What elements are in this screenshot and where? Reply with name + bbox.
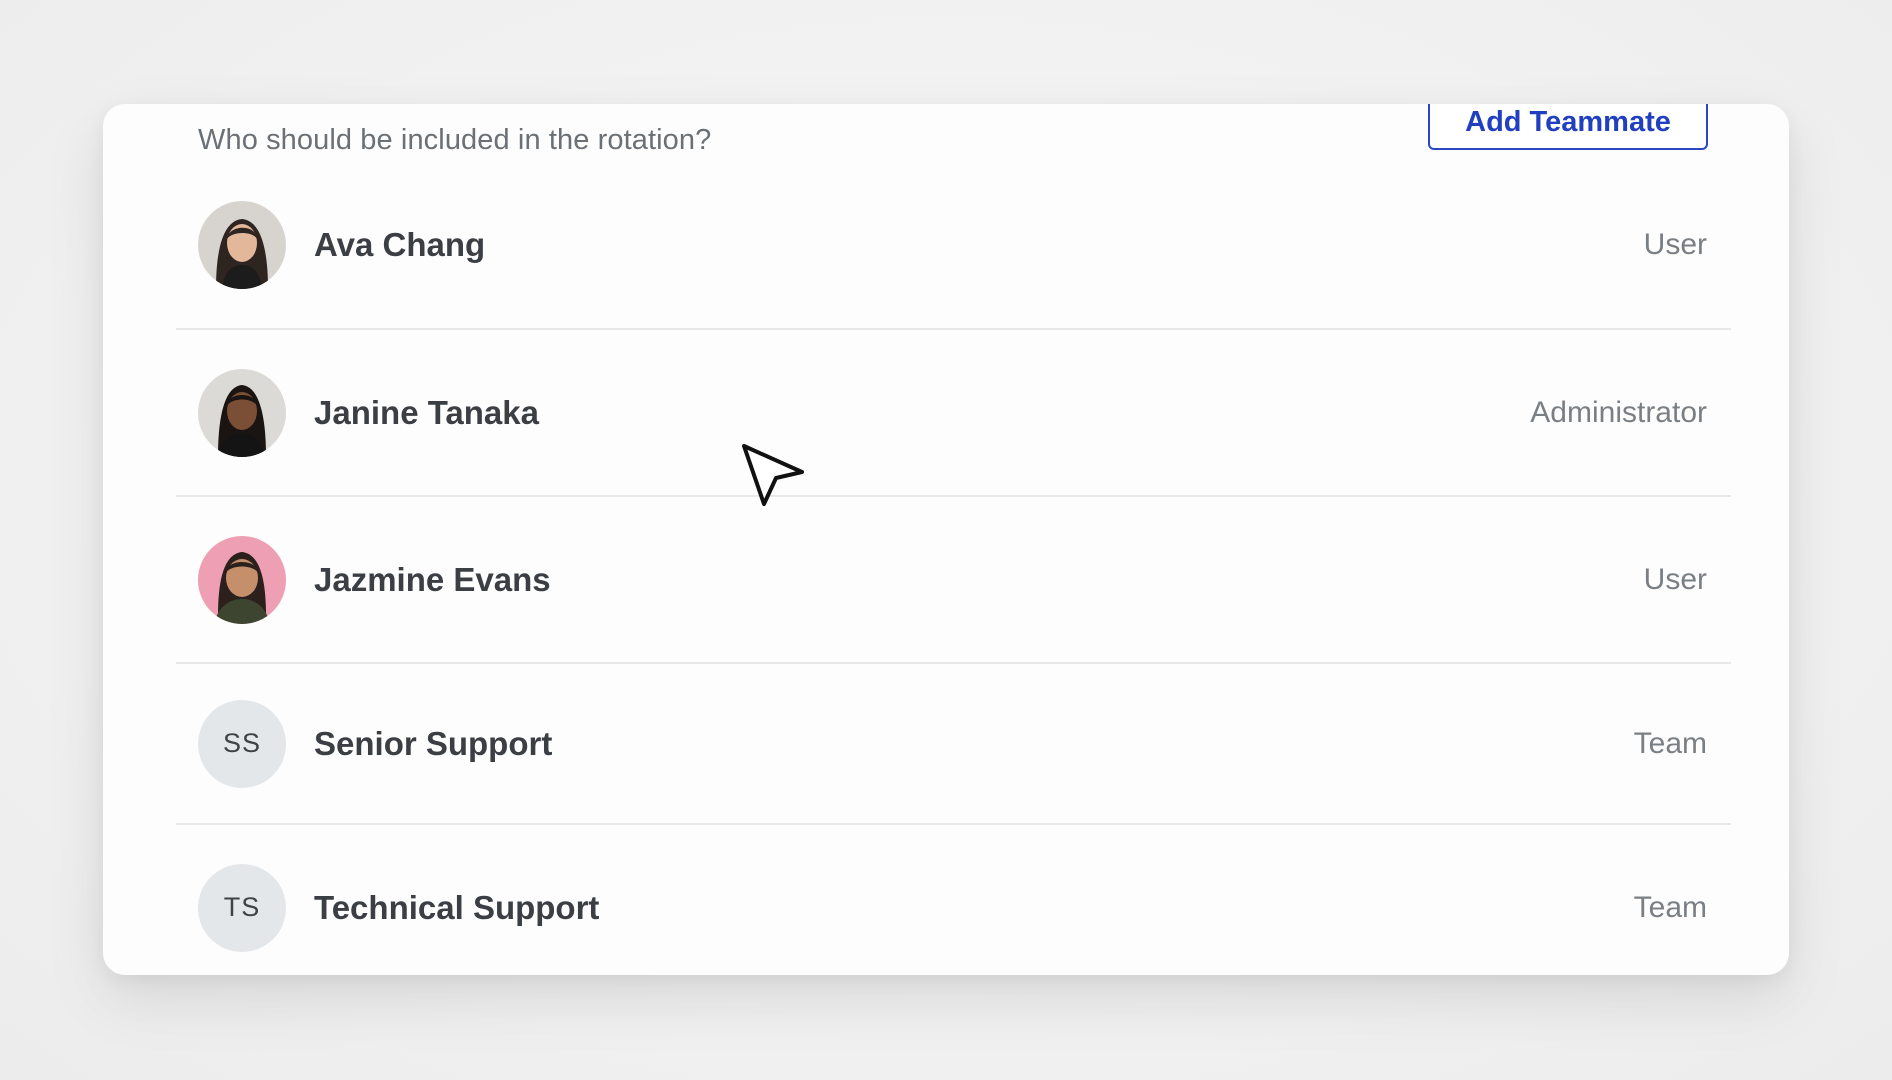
member-name: Janine Tanaka [314, 393, 539, 431]
member-role: Team [1633, 890, 1707, 924]
rotation-prompt: Who should be included in the rotation? [198, 124, 712, 156]
member-role: User [1643, 227, 1707, 261]
team-initials-avatar: TS [198, 863, 286, 952]
member-name: Technical Support [314, 888, 600, 926]
avatar [198, 368, 286, 457]
team-initials-avatar: SS [198, 699, 286, 788]
member-name: Senior Support [314, 724, 553, 762]
member-row[interactable]: TS Technical Support Team [176, 823, 1731, 975]
member-list: Ava Chang User Janine Tanaka Administrat… [176, 200, 1731, 975]
member-row[interactable]: Ava Chang User [176, 161, 1731, 328]
member-role: Administrator [1530, 395, 1707, 429]
member-row[interactable]: Jazmine Evans User [176, 495, 1731, 662]
add-teammate-button[interactable]: Add Teammate [1428, 104, 1708, 150]
member-row[interactable]: SS Senior Support Team [176, 662, 1731, 823]
member-name: Ava Chang [314, 225, 486, 263]
avatar [198, 200, 286, 289]
member-row[interactable]: Janine Tanaka Administrator [176, 328, 1731, 495]
avatar [198, 535, 286, 624]
member-role: User [1643, 562, 1707, 596]
member-name: Jazmine Evans [314, 560, 551, 598]
member-role: Team [1633, 726, 1707, 760]
rotation-members-panel: Who should be included in the rotation? … [103, 104, 1789, 975]
